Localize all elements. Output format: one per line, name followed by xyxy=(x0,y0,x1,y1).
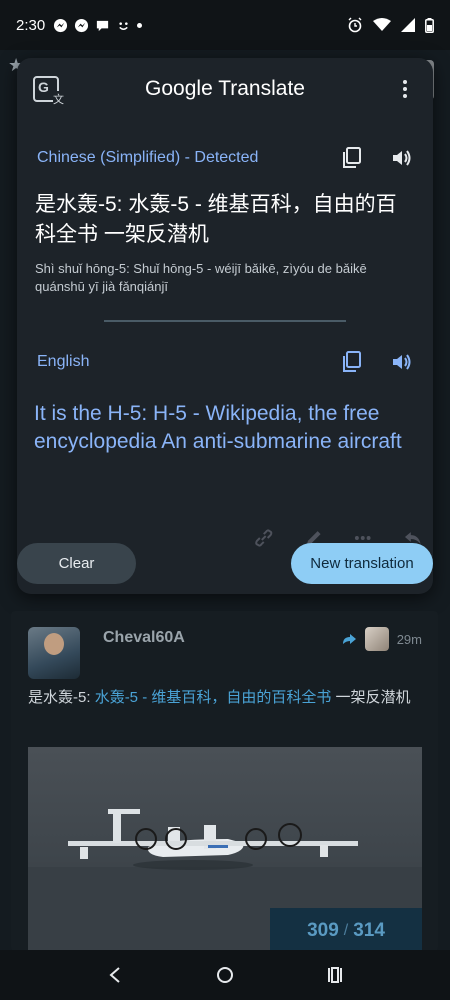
post-meta: 29m xyxy=(341,627,422,651)
speaker-icon[interactable] xyxy=(391,147,413,169)
section-divider xyxy=(104,320,346,322)
image-counter-total: 314 xyxy=(353,919,385,941)
chat-bubble-icon xyxy=(97,20,109,31)
copy-icon[interactable] xyxy=(341,147,363,169)
signal-icon xyxy=(401,18,415,32)
copy-icon[interactable] xyxy=(341,351,363,373)
post-text-suffix: 一架反潜机 xyxy=(331,689,411,706)
status-bar: 2:30 xyxy=(0,0,450,50)
smiley-icon xyxy=(119,21,128,30)
target-section: English It is the H-5: H-5 - Wikipedia, … xyxy=(17,338,433,456)
target-language-row: English xyxy=(17,338,433,386)
translate-popup: Google Translate Chinese (Simplified) - … xyxy=(17,58,433,594)
app-title-google: Google xyxy=(145,77,213,100)
avatar[interactable] xyxy=(28,627,80,679)
more-notifications-dot-icon xyxy=(137,22,143,28)
alarm-icon xyxy=(348,17,362,33)
post-timestamp: 29m xyxy=(396,631,422,647)
post-username[interactable]: Cheval60A xyxy=(103,629,185,647)
translate-header: Google Translate xyxy=(17,58,433,120)
post-text: 是水轰-5: 水轰-5 - 维基百科，自由的百科全书 一架反潜机 xyxy=(28,687,418,709)
post-text-prefix: 是水轰-5: xyxy=(28,689,95,706)
new-translation-button[interactable]: New translation xyxy=(291,543,433,584)
source-text[interactable]: 是水轰-5: 水轰-5 - 维基百科，自由的百科全书 一架反潜机 xyxy=(17,182,433,250)
clear-button[interactable]: Clear xyxy=(17,543,136,584)
transliteration-text: Shì shuǐ hōng-5: Shuǐ hōng-5 - wéijī bǎi… xyxy=(35,261,367,294)
app-title-translate: Translate xyxy=(212,77,305,100)
app-title: Google Translate xyxy=(17,77,433,101)
google-translate-logo-icon xyxy=(33,76,64,107)
navigation-bar xyxy=(0,950,450,1000)
post-image[interactable]: 309/314 xyxy=(28,747,422,951)
image-counter-current: 309 xyxy=(307,919,339,941)
notification-icons xyxy=(53,18,143,33)
repost-icon xyxy=(342,634,356,644)
battery-icon xyxy=(425,17,434,33)
source-language-row: Chinese (Simplified) - Detected xyxy=(17,134,433,182)
post-text-link[interactable]: 水轰-5 - 维基百科，自由的百科全书 xyxy=(95,689,332,706)
speaker-icon[interactable] xyxy=(391,351,413,373)
target-language-label[interactable]: English xyxy=(37,353,89,371)
wifi-icon xyxy=(373,18,391,31)
recents-icon[interactable] xyxy=(320,960,350,990)
reposter-avatar[interactable] xyxy=(364,627,389,651)
overflow-menu-button[interactable] xyxy=(393,77,417,101)
link-icon xyxy=(255,529,273,547)
post-card[interactable]: Cheval60A 29m 是水轰-5: 水轰-5 - 维基百科，自由的百科全书… xyxy=(11,611,438,951)
home-icon[interactable] xyxy=(210,960,240,990)
back-icon[interactable] xyxy=(100,960,130,990)
status-time: 2:30 xyxy=(16,16,46,34)
messenger-icon xyxy=(75,18,89,32)
image-counter: 309/314 xyxy=(270,908,422,951)
system-icons xyxy=(347,17,434,33)
source-language-label[interactable]: Chinese (Simplified) - Detected xyxy=(37,149,258,167)
translated-text[interactable]: It is the H-5: H-5 - Wikipedia, the free… xyxy=(17,386,433,456)
messenger-icon xyxy=(54,18,68,32)
